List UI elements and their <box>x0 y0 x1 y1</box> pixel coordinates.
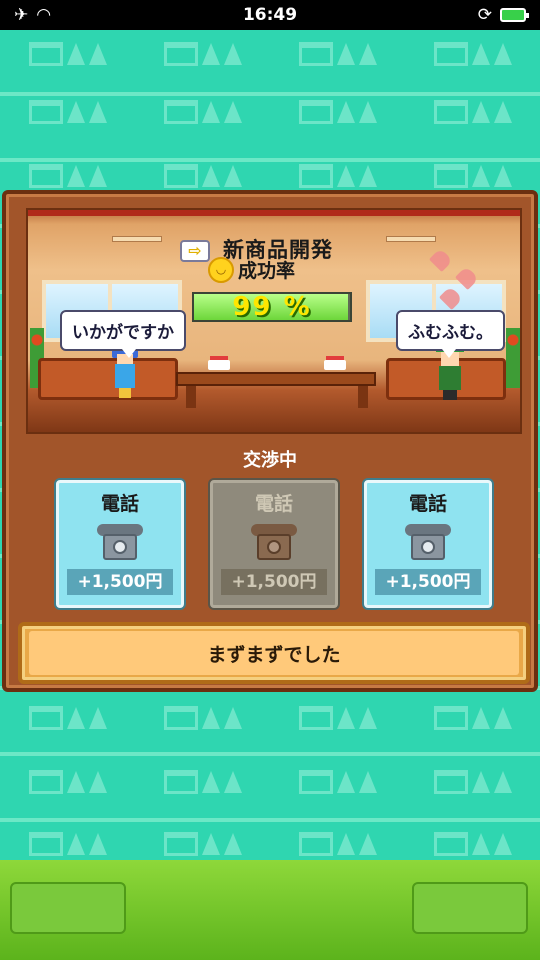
action-cards: 電話 +1,500円 電話 +1,500円 電話 +1,500円 <box>56 480 492 610</box>
airplane-icon: ✈ <box>14 5 29 25</box>
sofa <box>38 358 178 400</box>
card-label: 電話 <box>100 493 139 515</box>
rotation-lock-icon: ⟳ <box>477 5 492 25</box>
pattern-row <box>0 698 540 738</box>
success-rate-value: 99 % <box>232 292 312 322</box>
ceiling-lamp <box>112 236 162 242</box>
ceiling-lamp <box>386 236 436 242</box>
telephone-icon <box>251 524 297 560</box>
phone-card[interactable]: 電話 +1,500円 <box>56 480 184 608</box>
bottom-right-button[interactable] <box>412 882 528 934</box>
speech-bubble-player: いかがですか <box>60 310 186 358</box>
pattern-row <box>0 92 540 132</box>
bottom-bar <box>0 860 540 960</box>
phone-card[interactable]: 電話 +1,500円 <box>364 480 492 608</box>
table-leg <box>186 386 196 408</box>
result-button-inner: まずまずでした <box>29 631 519 675</box>
battery-charging-icon <box>500 8 529 22</box>
pattern-row <box>0 824 540 864</box>
cake-icon <box>324 360 346 370</box>
table-leg <box>358 386 368 408</box>
cake-icon <box>208 360 230 370</box>
bottom-left-button[interactable] <box>10 882 126 934</box>
success-rate-bar: 99 % <box>192 292 352 322</box>
card-price: +1,500円 <box>221 569 327 595</box>
phone-card-disabled: 電話 +1,500円 <box>210 480 338 608</box>
status-bar: ✈ ◠ 16:49 ⟳ <box>0 0 540 30</box>
pattern-row <box>0 762 540 802</box>
result-label: まずまずでした <box>207 643 341 666</box>
pattern-row <box>0 34 540 74</box>
negotiation-status: 交渉中 <box>243 450 297 471</box>
success-rate-label: 成功率 <box>238 260 296 282</box>
card-price: +1,500円 <box>375 569 481 595</box>
card-price: +1,500円 <box>67 569 173 595</box>
coffee-table <box>176 372 376 386</box>
card-label: 電話 <box>254 493 293 515</box>
telephone-icon <box>405 524 451 560</box>
card-label: 電話 <box>408 493 447 515</box>
heart-icon <box>428 247 454 273</box>
status-time: 16:49 <box>242 5 298 25</box>
office-scene: 新商品開発 ⇨ ◡ 成功率 99 % いかがですか ふむふむ。 <box>26 208 522 434</box>
telephone-icon <box>97 524 143 560</box>
wifi-icon: ◠ <box>36 5 52 25</box>
potted-plant <box>506 328 520 388</box>
arrow-right-icon: ⇨ <box>180 240 210 262</box>
smile-icon: ◡ <box>208 256 234 283</box>
success-rate-row: ◡ 成功率 <box>208 256 295 283</box>
result-button[interactable]: まずまずでした <box>18 622 530 684</box>
speech-bubble-client: ふむふむ。 <box>396 310 505 358</box>
negotiation-dialog: 新商品開発 ⇨ ◡ 成功率 99 % いかがですか ふむふむ。 交渉中 電話 +… <box>2 190 538 692</box>
scene-top-trim <box>28 210 520 216</box>
